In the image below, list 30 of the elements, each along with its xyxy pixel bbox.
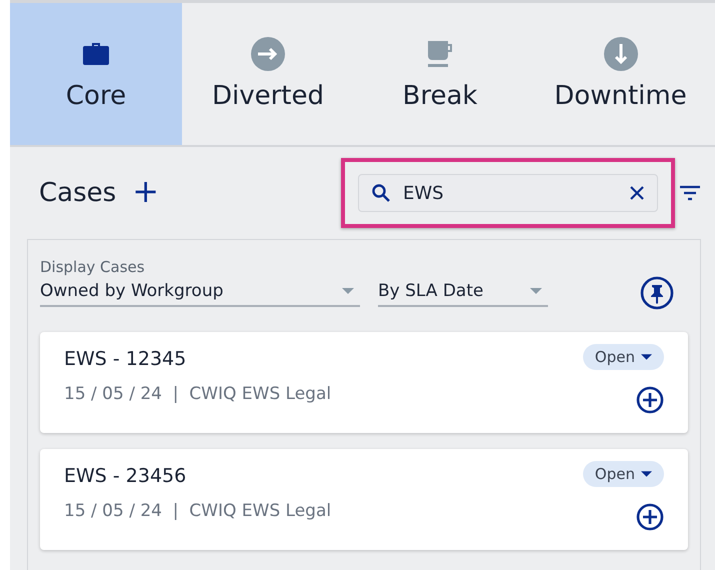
case-details: 15 / 05 / 24 | CWIQ EWS Legal (64, 384, 332, 404)
add-case-button[interactable]: + (116, 172, 159, 214)
tab[interactable]: Break (354, 3, 526, 145)
owner-dropdown[interactable]: Owned by Workgroup (40, 279, 360, 307)
pin-icon[interactable] (640, 276, 674, 310)
display-cases-label: Display Cases (40, 258, 146, 276)
tab[interactable]: Diverted (182, 3, 354, 145)
case-card[interactable]: EWS - 23456 15 / 05 / 24 | CWIQ EWS Legal Open (40, 449, 688, 550)
close-icon[interactable] (629, 185, 645, 201)
tab[interactable]: Downtime (526, 3, 715, 145)
arrow-right-icon (251, 37, 285, 71)
arrow-down-icon (604, 37, 638, 71)
add-circle-icon[interactable] (636, 503, 664, 531)
case-id: EWS - 23456 (64, 465, 188, 487)
status-dropdown[interactable]: Open (582, 461, 664, 487)
case-id: EWS - 12345 (64, 348, 188, 370)
cases-title: Cases (39, 178, 116, 208)
search-field[interactable]: EWS (358, 174, 658, 212)
tab[interactable]: Core (10, 3, 182, 145)
caret-icon (530, 288, 542, 294)
caret-icon (641, 354, 652, 360)
caret-icon (641, 471, 652, 477)
add-circle-icon[interactable] (636, 386, 664, 414)
status-dropdown[interactable]: Open (582, 344, 664, 370)
case-card[interactable]: EWS - 12345 15 / 05 / 24 | CWIQ EWS Legal Open (40, 332, 688, 433)
sort-dropdown[interactable]: By SLA Date (378, 279, 548, 307)
search-icon (371, 183, 391, 203)
filter-icon[interactable] (679, 185, 701, 201)
caret-icon (342, 288, 354, 294)
case-details: 15 / 05 / 24 | CWIQ EWS Legal (64, 501, 332, 521)
